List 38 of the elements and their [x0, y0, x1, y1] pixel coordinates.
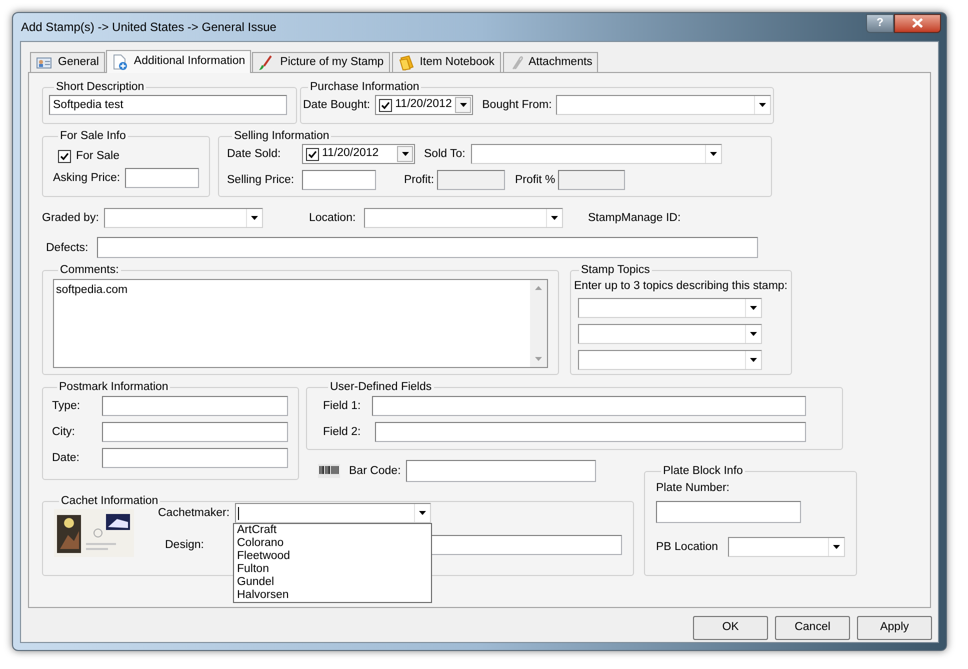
- field-label: Date:: [52, 451, 80, 465]
- group-title: Selling Information: [233, 129, 330, 143]
- field-label: Sold To:: [424, 147, 466, 161]
- field-label: City:: [52, 425, 76, 439]
- field-label: Date Bought:: [303, 98, 370, 112]
- field-label: For Sale: [76, 149, 120, 163]
- group-title: Stamp Topics: [580, 263, 651, 277]
- date-value: 11/20/2012: [395, 97, 452, 112]
- field-label: Plate Number:: [656, 482, 730, 494]
- field-label: Location:: [309, 211, 357, 225]
- group-title: Comments:: [59, 263, 120, 277]
- field-label: Profit:: [404, 173, 436, 187]
- group-title: Purchase Information: [309, 80, 420, 94]
- field-label: Asking Price:: [53, 171, 122, 185]
- group-title: User-Defined Fields: [329, 380, 433, 394]
- field-label: StampManage ID:: [588, 211, 681, 225]
- field-label: Graded by:: [42, 211, 100, 225]
- field-label: Design:: [165, 538, 205, 552]
- field-label: PB Location: [656, 540, 720, 554]
- field-label: Field 2:: [323, 425, 362, 439]
- field-label: Profit %: [515, 173, 556, 187]
- group-title: Plate Block Info: [662, 464, 744, 478]
- field-label: Bar Code:: [349, 464, 402, 478]
- window-title: Add Stamp(s) -> United States -> General Issue: [21, 19, 278, 36]
- group-title: Postmark Information: [58, 380, 170, 394]
- field-label: Cachetmaker:: [158, 506, 231, 520]
- field-label: Bought From:: [482, 98, 552, 112]
- field-label: Type:: [52, 399, 82, 413]
- field-label: Defects:: [46, 240, 90, 254]
- hint-text: Enter up to 3 topics describing this stamp:: [574, 279, 788, 293]
- field-label: Selling Price:: [227, 173, 296, 187]
- group-title: Short Description: [55, 80, 146, 94]
- group-title: For Sale Info: [59, 129, 127, 143]
- group-title: Cachet Information: [60, 494, 158, 508]
- comment-text: softpedia.com: [55, 283, 129, 298]
- field-label: Field 1:: [323, 399, 362, 413]
- field-label: Date Sold:: [227, 147, 282, 161]
- date-value: 11/20/2012: [322, 146, 379, 162]
